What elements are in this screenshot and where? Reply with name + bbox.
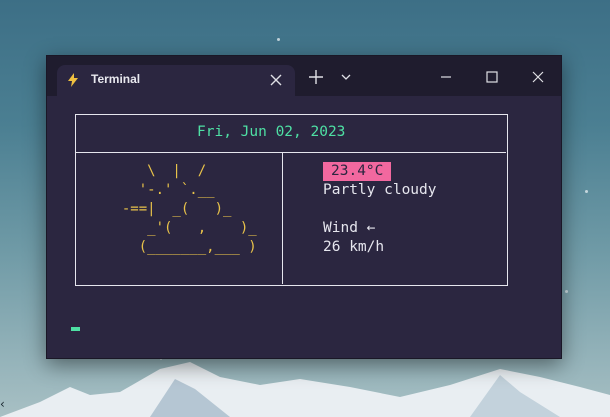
title-bar[interactable]: Terminal (47, 56, 561, 96)
terminal-output[interactable]: Fri, Jun 02, 2023 \ | / '-.' `.__ -==| _… (47, 96, 561, 358)
box-divider-horizontal (75, 152, 506, 153)
mountain-background (0, 362, 610, 417)
close-icon[interactable] (265, 69, 287, 91)
condition-label: Partly cloudy (323, 182, 437, 198)
chevron-down-icon[interactable] (335, 66, 357, 88)
minimize-icon[interactable] (435, 66, 457, 88)
weather-ascii-art: \ | / '-.' `.__ -==| _( )_ _'( , )_ (___… (105, 163, 257, 255)
maximize-icon[interactable] (481, 66, 503, 88)
terminal-cursor (71, 327, 80, 331)
lightning-icon (68, 73, 78, 87)
close-window-icon[interactable] (527, 66, 549, 88)
tab-terminal[interactable]: Terminal (57, 65, 295, 96)
temperature-badge: 23.4°C (323, 162, 392, 181)
plus-icon[interactable] (305, 66, 327, 88)
wind-speed: 26 km/h (323, 239, 385, 255)
desktop-edge-glyph: ‹ (0, 397, 5, 411)
tab-title: Terminal (91, 72, 141, 86)
terminal-window: Terminal Fri, Jun 02, 2023 \ | / '-.' `.… (46, 55, 562, 359)
wind-label: Wind ← (323, 220, 376, 236)
date-label: Fri, Jun 02, 2023 (197, 124, 346, 140)
box-divider-vertical (282, 153, 283, 284)
